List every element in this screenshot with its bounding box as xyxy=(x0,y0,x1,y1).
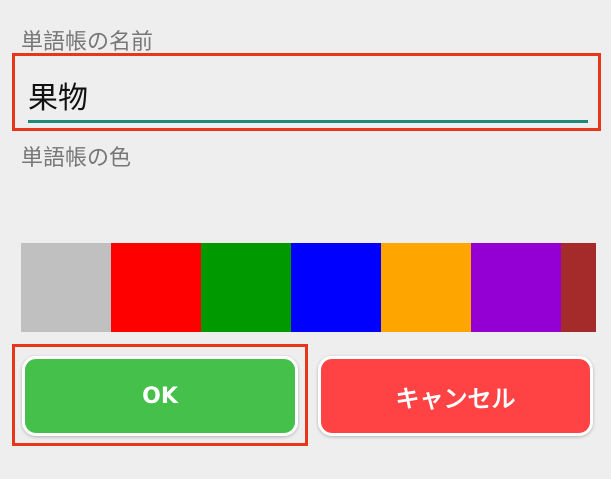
color-swatch[interactable] xyxy=(201,243,291,332)
color-label: 単語帳の色 xyxy=(21,146,132,171)
cancel-button[interactable]: キャンセル xyxy=(318,356,593,436)
ok-button[interactable]: OK xyxy=(22,356,298,436)
input-underline xyxy=(28,120,588,123)
cancel-button-label: キャンセル xyxy=(395,384,516,413)
color-swatch[interactable] xyxy=(471,243,561,332)
color-swatch[interactable] xyxy=(381,243,471,332)
ok-button-label: OK xyxy=(142,383,178,409)
color-swatch[interactable] xyxy=(291,243,381,332)
color-swatch[interactable] xyxy=(111,243,201,332)
name-label: 単語帳の名前 xyxy=(21,30,154,55)
name-input[interactable] xyxy=(28,70,588,120)
color-swatch[interactable] xyxy=(21,243,111,332)
color-swatch-strip xyxy=(21,243,596,332)
color-swatch[interactable] xyxy=(561,243,596,332)
